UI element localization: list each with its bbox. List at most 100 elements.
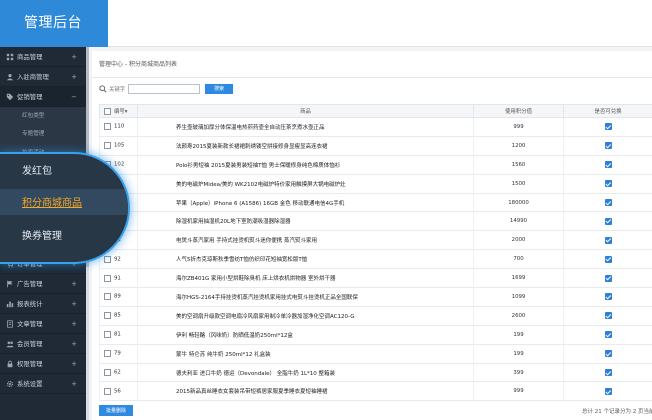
search-label: 关键字 (109, 87, 126, 93)
row-checkbox[interactable] (104, 274, 111, 282)
expand-toggle[interactable]: − (71, 87, 77, 107)
search-input[interactable] (128, 84, 201, 94)
expand-toggle[interactable]: + (71, 294, 77, 314)
table-row: 94电煲斗蒸汽家用 手持式挂烫机熨斗迷你便携 蒸汽熨斗家用2000 (99, 230, 652, 251)
cell-points[interactable]: 2000 (473, 230, 564, 251)
cell-points[interactable]: 999 (473, 381, 564, 402)
select-all-checkbox[interactable] (104, 108, 111, 115)
sidebar-item[interactable]: 权限管理 + (0, 354, 86, 375)
cell-product-name[interactable]: 德夫利亚 进口牛奶 德运（Devondale） 全脂牛奶 1L*10 整箱装 (137, 363, 474, 383)
cell-product-name[interactable]: 海尔ZB401G 家用小型烘鞋除臭机 床上烘衣机烘物器 室外烘干器 (137, 268, 474, 289)
cell-points[interactable]: 14990 (473, 211, 564, 232)
row-checkbox[interactable] (104, 293, 111, 301)
exchangeable-check-icon[interactable] (604, 180, 612, 188)
batch-delete-button[interactable]: 批量删除 (99, 405, 133, 416)
sidebar-item[interactable]: 入驻商管理 + (0, 67, 86, 87)
sidebar-item[interactable]: 商品管理 + (0, 47, 86, 67)
row-checkbox[interactable] (104, 312, 111, 320)
zoom-item-red-packet[interactable]: 发红包 (22, 162, 52, 177)
exchangeable-check-icon[interactable] (604, 387, 612, 395)
cell-exchangeable (563, 193, 652, 213)
cell-product-name[interactable]: 法颜寿2015夏装新款长裙裙刺绣镂空拼接修身显瘦显高连衣裙 (137, 136, 474, 156)
sidebar-item[interactable]: 文章管理 + (0, 314, 86, 335)
expand-toggle[interactable]: + (71, 334, 77, 354)
cell-exchangeable (563, 268, 652, 289)
row-checkbox[interactable] (104, 255, 111, 263)
cell-points[interactable]: 700 (473, 249, 564, 270)
row-checkbox[interactable] (104, 142, 111, 150)
exchangeable-check-icon[interactable] (604, 236, 612, 244)
expand-toggle[interactable]: + (71, 67, 77, 87)
exchangeable-check-icon[interactable] (604, 217, 612, 225)
exchangeable-check-icon[interactable] (604, 255, 612, 263)
cell-product-name[interactable]: 美的电磁炉Midea/美的 WK2102电磁炉特价家用触摸屏大锅电磁炉灶 (137, 174, 474, 194)
table-header-row: 编号▾ 商品 使用积分值 是否可兑换 (99, 104, 652, 118)
exchangeable-check-icon[interactable] (604, 312, 612, 320)
cell-product-name[interactable]: 美的空调扇升级款空调电扇冷风扇家用制冷单冷器加湿净化空调AC120-G (137, 306, 474, 326)
expand-toggle[interactable]: + (71, 314, 77, 334)
row-id: 102 (114, 161, 125, 168)
cell-product-name[interactable]: 除湿机家用抽湿机20L地下室防潮吸湿器除湿器 (137, 211, 474, 232)
cell-points[interactable]: 1500 (473, 174, 564, 194)
cell-points[interactable]: 199 (473, 325, 564, 345)
exchangeable-check-icon[interactable] (604, 274, 612, 282)
cell-points[interactable]: 199 (473, 344, 564, 364)
header-id[interactable]: 编号▾ (99, 104, 138, 118)
cell-product-name[interactable]: 海尔HGS-2164手持挂烫机蒸汽挂烫机家用挂式电熨斗挂烫机正品全国联保 (137, 287, 474, 307)
sidebar-item-label: 商品管理 (17, 53, 43, 61)
cell-product-name[interactable]: 养生壶玻璃加厚分体保温电热煎药壶全自动压茶烹煮水壶正品 (137, 117, 474, 137)
lock-icon (6, 360, 14, 368)
expand-toggle[interactable]: + (71, 374, 77, 394)
cell-points[interactable]: 999 (473, 117, 564, 137)
row-id: 91 (114, 275, 121, 282)
row-checkbox[interactable] (104, 331, 111, 339)
exchangeable-check-icon[interactable] (604, 350, 612, 358)
sidebar-item[interactable]: 系统设置 + (0, 374, 86, 395)
exchangeable-check-icon[interactable] (604, 123, 612, 131)
cell-product-name[interactable]: 蒙牛 特仑苏 纯牛奶 250ml*12 礼盒装 (137, 344, 474, 364)
row-checkbox[interactable] (104, 123, 111, 131)
cell-points[interactable]: 1200 (473, 136, 564, 156)
cell-points[interactable]: 1560 (473, 155, 564, 175)
exchangeable-check-icon[interactable] (604, 199, 612, 206)
sidebar-item[interactable]: 促销管理 − (0, 87, 86, 107)
sidebar-item[interactable]: 报表统计 + (0, 294, 86, 315)
zoom-item-points-mall[interactable]: 积分商城商品 (22, 194, 82, 209)
breadcrumb: 管理中心 - 积分商城商品列表 (92, 51, 652, 78)
header-exchangeable: 是否可兑换 (563, 104, 652, 118)
search-button[interactable]: 搜索 (205, 84, 234, 94)
cell-product-name[interactable]: 人气5折杰克琼斯秋季雪纺T恤仿织印花短袖宽松版T恤 (137, 249, 474, 270)
cell-id: 81 (99, 325, 138, 345)
row-id: 89 (114, 293, 121, 300)
exchangeable-check-icon[interactable] (604, 331, 612, 339)
cell-points[interactable]: 180000 (473, 193, 564, 213)
zoom-item-coupon[interactable]: 换券管理 (22, 227, 62, 242)
exchangeable-check-icon[interactable] (604, 142, 612, 150)
cell-product-name[interactable]: Polo衫男短袖 2015夏装男装短袖T恤 男士保暖修身纯色棉质体恤衫 (137, 155, 474, 175)
exchangeable-check-icon[interactable] (604, 161, 612, 169)
expand-toggle[interactable]: + (71, 274, 77, 294)
row-id: 62 (114, 369, 121, 376)
cell-exchangeable (563, 117, 652, 137)
exchangeable-check-icon[interactable] (604, 293, 612, 301)
sidebar-sub-item[interactable]: 红包类型 (0, 107, 86, 126)
row-checkbox[interactable] (104, 369, 111, 377)
expand-toggle[interactable]: + (71, 47, 77, 67)
sidebar-item[interactable]: 会员管理 + (0, 334, 86, 355)
cell-product-name[interactable]: 2015新品真丝睡衣女套装吊带短裤居家服夏季睡衣夏短袖睡裙 (137, 381, 474, 402)
cell-points[interactable]: 399 (473, 363, 564, 383)
exchangeable-check-icon[interactable] (604, 369, 612, 377)
sort-id-link[interactable]: 编号 (114, 109, 125, 115)
sidebar-sub-item[interactable]: 专题管理 (0, 125, 86, 144)
sidebar-item-label: 系统设置 (17, 380, 43, 389)
row-checkbox[interactable] (104, 387, 111, 395)
cell-points[interactable]: 2600 (473, 306, 564, 326)
sidebar-item[interactable]: 广告管理 + (0, 274, 86, 295)
cell-points[interactable]: 1099 (473, 287, 564, 307)
cell-points[interactable]: 1699 (473, 268, 564, 289)
expand-toggle[interactable]: + (71, 354, 77, 374)
cell-product-name[interactable]: 苹果（Apple）iPhone 6 (A1586) 16GB 金色 移动联通电信… (137, 193, 474, 213)
cell-product-name[interactable]: 电煲斗蒸汽家用 手持式挂烫机熨斗迷你便携 蒸汽熨斗家用 (137, 230, 474, 251)
row-checkbox[interactable] (104, 350, 111, 358)
cell-product-name[interactable]: 伊利 畅轻酪（风味奶）防晒低温奶250ml*12盒 (137, 325, 474, 345)
